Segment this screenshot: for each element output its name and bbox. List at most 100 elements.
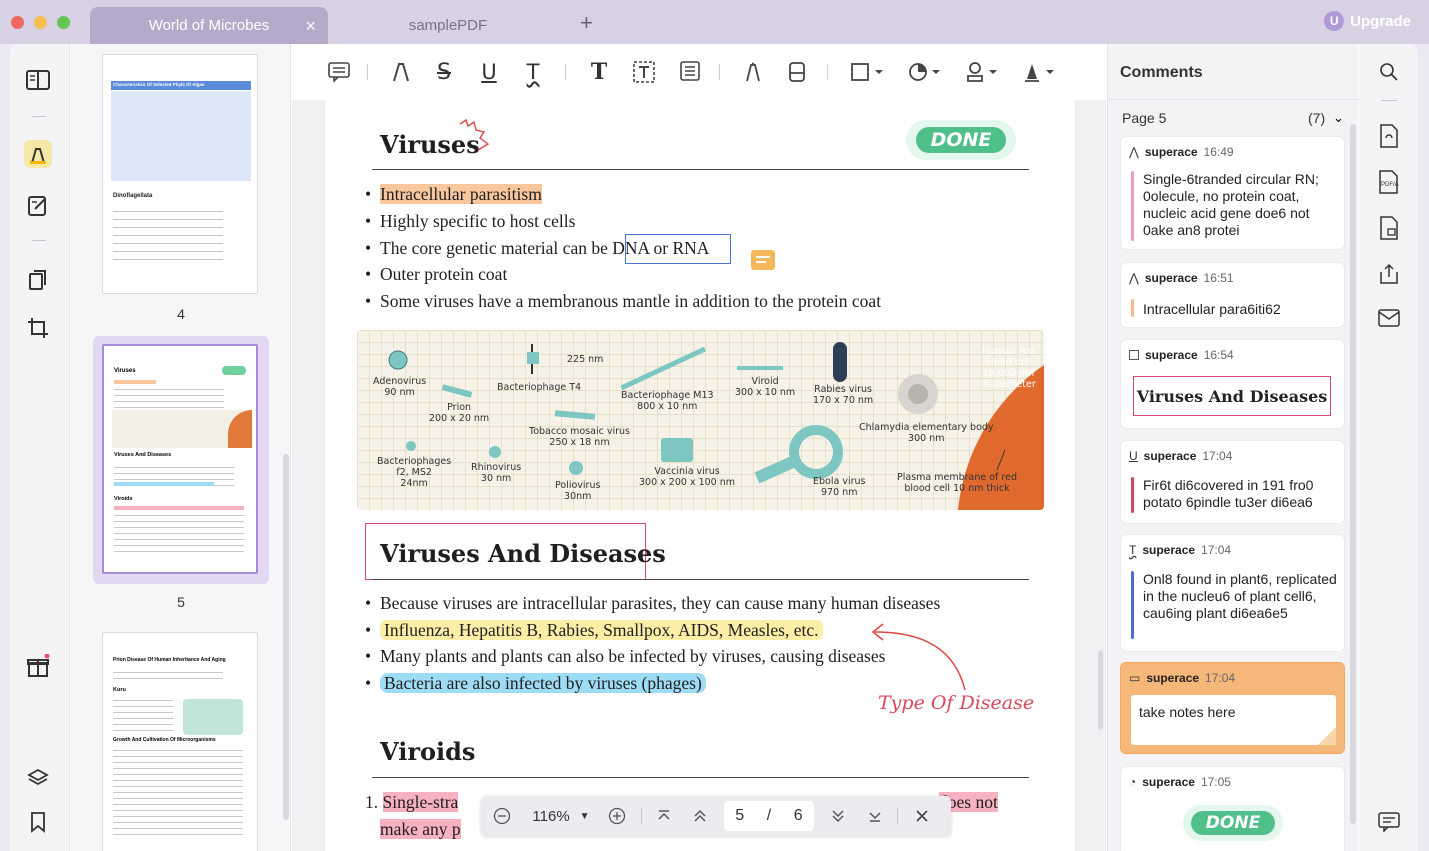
last-page-icon[interactable] <box>864 804 886 828</box>
page-number-input[interactable]: 5 / 6 <box>724 801 814 831</box>
page-thumbnail-5[interactable]: Viruses Viruses And Diseases Viroids <box>102 344 258 574</box>
eraser-icon[interactable] <box>783 58 811 86</box>
comment-author: superace <box>1144 145 1198 159</box>
numbered-item: 1. Single-stra <box>365 792 459 813</box>
upgrade-button[interactable]: U Upgrade <box>1320 7 1417 35</box>
comment-time: 16:54 <box>1203 348 1234 362</box>
color-bar <box>1131 477 1134 513</box>
underline-icon[interactable]: U <box>475 58 503 86</box>
highlight-icon[interactable] <box>387 58 415 86</box>
comments-panel-icon[interactable] <box>1375 808 1403 836</box>
comment-card[interactable]: Usuperace 17:04 Fir6t di6covered in 191 f… <box>1120 440 1345 524</box>
minimize-window-button[interactable] <box>34 16 47 29</box>
comment-time: 17:04 <box>1205 671 1236 685</box>
label-tobacco: Tobacco mosaic virus 250 x 18 nm <box>529 426 630 448</box>
previous-page-icon[interactable] <box>689 804 711 828</box>
zoom-level-select[interactable]: 116% ▼ <box>531 804 591 828</box>
page-thumbnail-6[interactable]: Prion Disease Of Human Inheritance And A… <box>102 632 258 851</box>
squiggly-icon[interactable]: T <box>519 58 547 86</box>
pencil-icon[interactable] <box>739 58 767 86</box>
zoom-in-icon[interactable] <box>606 804 628 828</box>
sticky-note-icon[interactable] <box>325 58 353 86</box>
sticker-dropdown-icon[interactable] <box>904 58 948 86</box>
comment-card[interactable]: ⋀ superace 16:49 Single-6tranded circular … <box>1120 136 1345 250</box>
pdfa-icon[interactable]: PDF/A <box>1375 168 1403 196</box>
comment-note-icon[interactable] <box>751 250 775 270</box>
collapse-chevron-icon[interactable]: ⌄ <box>1333 110 1344 126</box>
convert-pdf-icon[interactable] <box>1375 122 1403 150</box>
comment-rectangle-preview: Viruses And Diseases <box>1133 376 1331 416</box>
note-input[interactable]: take notes here <box>1131 695 1336 745</box>
handwritten-note[interactable]: Type Of Disease <box>878 692 1034 714</box>
comment-text: Single-6tranded circular RN; 0olecule, n… <box>1143 171 1319 238</box>
main-surface: Characteristics Of Selected Phyla Of Alg… <box>10 44 1418 851</box>
separator <box>565 64 566 80</box>
thumbnail-scrollbar[interactable] <box>283 454 289 820</box>
strikethrough-icon[interactable]: S <box>430 58 458 86</box>
label-ebola: Ebola virus 970 nm <box>813 476 866 498</box>
new-tab-button[interactable]: + <box>580 10 593 36</box>
comment-card[interactable]: ◔ superace 17:05 DONE <box>1120 766 1345 851</box>
text-icon[interactable]: T <box>585 58 613 86</box>
document-scrollbar[interactable] <box>1098 650 1103 730</box>
comment-text: Intracellular para6iti62 <box>1143 301 1281 317</box>
first-page-icon[interactable] <box>653 804 675 828</box>
comment-header: ◔ superace 17:05 <box>1129 775 1231 789</box>
thumb-highlight <box>114 380 156 384</box>
crop-icon[interactable] <box>24 314 52 342</box>
tab-world-of-microbes[interactable]: World of Microbes × <box>90 7 328 44</box>
section-title-viruses-diseases: Viruses And Diseases <box>380 539 666 568</box>
stamp-dropdown-icon[interactable] <box>961 58 1005 86</box>
close-window-button[interactable] <box>11 16 24 29</box>
search-icon[interactable] <box>1375 58 1403 86</box>
thumb-lines <box>113 747 243 837</box>
highlighted-text[interactable]: Influenza, Hepatitis B, Rabies, Smallpox… <box>380 620 823 640</box>
edit-pdf-icon[interactable] <box>24 192 52 220</box>
layers-icon[interactable] <box>24 764 52 792</box>
thumb-illustration <box>112 410 252 448</box>
comment-mode-icon[interactable] <box>24 140 52 168</box>
arrow-annotation[interactable] <box>865 620 975 695</box>
thumb-section: Viroids <box>114 496 133 502</box>
bullet-text: Outer protein coat <box>380 264 508 284</box>
email-icon[interactable] <box>1375 304 1403 332</box>
page-thumbnail-4[interactable]: Characteristics Of Selected Phyla Of Alg… <box>102 54 258 294</box>
color-bar <box>1131 171 1134 241</box>
bookmark-icon[interactable] <box>24 808 52 836</box>
document-viewport[interactable]: Viruses DONE • Intracellular parasitism •… <box>292 100 1106 851</box>
text-box-annotation[interactable] <box>625 234 731 264</box>
gift-icon[interactable] <box>24 652 52 680</box>
comment-card[interactable]: superace 16:54 Viruses And Diseases <box>1120 339 1345 429</box>
highlighted-text[interactable]: make any p <box>380 819 461 839</box>
done-stamp[interactable]: DONE <box>906 120 1016 160</box>
bullet-text: Highly specific to host cells <box>380 211 576 231</box>
zoom-window-button[interactable] <box>57 16 70 29</box>
thumb-section: Dinoflagellata <box>113 193 153 199</box>
text-callout-icon[interactable] <box>675 58 703 86</box>
bullet-text: Many plants and plants can also be infec… <box>380 646 886 666</box>
comments-scrollbar[interactable] <box>1350 124 1356 824</box>
share-icon[interactable] <box>1375 260 1403 288</box>
done-stamp-label: DONE <box>916 127 1006 153</box>
tab-samplepdf[interactable]: samplePDF <box>330 7 566 44</box>
color-bar <box>1131 571 1134 639</box>
highlighted-text[interactable]: Bacteria are also infected by viruses (p… <box>380 673 706 693</box>
zoom-out-icon[interactable] <box>491 804 513 828</box>
comment-header: ⋀ superace 16:49 <box>1129 145 1234 159</box>
close-tab-icon[interactable]: × <box>305 16 316 37</box>
highlighted-text[interactable]: Intracellular parasitism <box>380 184 542 204</box>
comment-card[interactable]: Tsuperace 17:04 Onl8 found in plant6, rep… <box>1120 534 1345 652</box>
organize-pages-icon[interactable] <box>24 266 52 294</box>
next-page-icon[interactable] <box>827 804 849 828</box>
signature-dropdown-icon[interactable] <box>1018 58 1062 86</box>
comment-card[interactable]: ⋀ superace 16:51 Intracellular para6iti62 <box>1120 262 1345 328</box>
comment-card-note[interactable]: ▭ superace 17:04 take notes here <box>1120 662 1345 754</box>
text-box-icon[interactable] <box>630 58 658 86</box>
thumb-title: Characteristics Of Selected Phyla Of Alg… <box>113 82 205 87</box>
upgrade-label: Upgrade <box>1350 12 1411 30</box>
close-zoom-bar-icon[interactable] <box>911 804 933 828</box>
protect-pdf-icon[interactable] <box>1375 214 1403 242</box>
shape-dropdown-icon[interactable] <box>847 58 891 86</box>
reader-mode-icon[interactable] <box>24 66 52 94</box>
highlighted-text[interactable]: Single-stra <box>382 792 459 812</box>
